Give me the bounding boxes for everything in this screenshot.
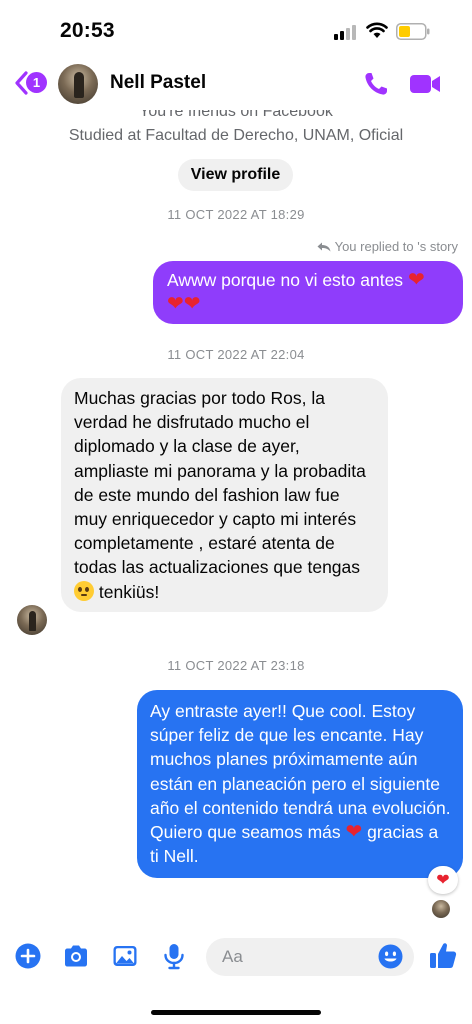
heart-reaction[interactable]: ❤ (428, 866, 458, 894)
seen-indicator-avatar (432, 900, 450, 918)
plus-icon[interactable] (14, 942, 42, 970)
heart-emoji: ❤ (183, 293, 201, 316)
video-camera-icon[interactable] (408, 70, 442, 98)
camera-icon[interactable] (62, 942, 90, 970)
image-icon[interactable] (111, 942, 139, 970)
sender-avatar[interactable] (17, 605, 47, 635)
battery-icon (396, 23, 430, 40)
message-bubble-outgoing[interactable]: Ay entraste ayer!! Que cool. Estoy súper… (137, 690, 463, 879)
story-reply-note: You replied to 's story (317, 239, 458, 254)
heart-emoji: ❤ (407, 269, 425, 291)
timestamp: 11 OCT 2022 AT 18:29 (167, 207, 305, 222)
status-bar: 20:53 (0, 0, 472, 58)
pleading-face-emoji (74, 580, 94, 601)
message-bubble-outgoing[interactable]: Awww porque no vi esto antes ❤ ❤❤ (153, 261, 463, 325)
microphone-icon[interactable] (160, 942, 188, 970)
message-text: Muchas gracias por todo Ros, la verdad h… (74, 388, 366, 578)
phone-icon[interactable] (362, 70, 390, 98)
heart-emoji: ❤ (345, 821, 363, 844)
thumbs-up-icon[interactable] (428, 940, 458, 970)
signal-icon (334, 24, 360, 40)
contact-avatar[interactable] (58, 64, 98, 104)
education-line: Studied at Facultad de Derecho, UNAM, Of… (68, 127, 404, 144)
message-text-end: tenkiüs! (98, 581, 160, 602)
status-time: 20:53 (60, 19, 115, 42)
heart-emoji: ❤ (167, 293, 184, 316)
timestamp: 11 OCT 2022 AT 22:04 (167, 347, 305, 362)
story-reply-text: You replied to 's story (334, 239, 458, 254)
message-bubble-incoming[interactable]: Muchas gracias por todo Ros, la verdad h… (61, 378, 388, 612)
chat-header: 1 Nell Pastel (0, 58, 472, 110)
message-text: Awww porque no vi esto antes (167, 270, 408, 290)
wifi-icon (366, 22, 388, 38)
contact-name[interactable]: Nell Pastel (110, 72, 206, 94)
emoji-icon[interactable] (378, 944, 403, 969)
unread-badge: 1 (26, 72, 47, 93)
timestamp: 11 OCT 2022 AT 23:18 (167, 658, 305, 673)
message-text: Ay entraste ayer!! Que cool. Estoy súper… (150, 701, 451, 843)
composer-bar: Aa (0, 930, 472, 986)
view-profile-button[interactable]: View profile (178, 159, 293, 191)
home-indicator[interactable] (151, 1010, 321, 1015)
reply-arrow-icon (317, 242, 331, 252)
